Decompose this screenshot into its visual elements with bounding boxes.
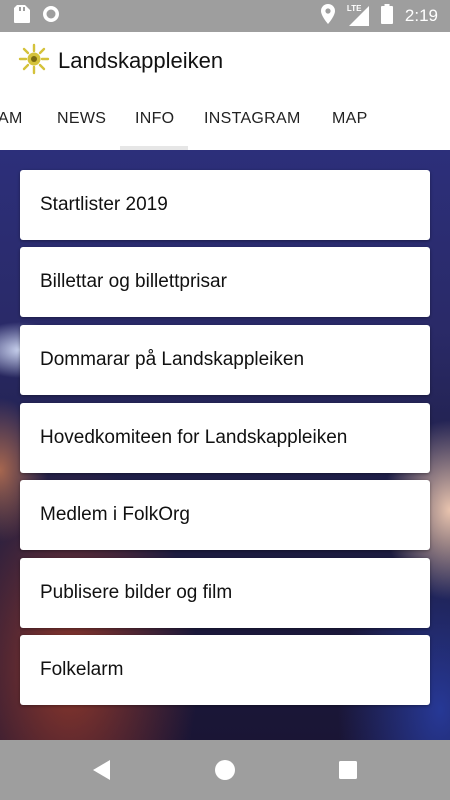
menu-item-label: Billettar og billettprisar [40,271,227,292]
navigation-bar [0,740,450,800]
tab-info[interactable]: INFO [135,110,174,128]
app-bar: Landskappleiken [0,32,450,90]
menu-item-billettar[interactable]: Billettar og billettprisar [20,247,430,317]
menu-item-label: Dommarar på Landskappleiken [40,349,305,370]
app-title: Landskappleiken [58,48,224,73]
menu-item-label: Folkelarm [40,659,124,680]
menu-item-startlister[interactable]: Startlister 2019 [20,170,430,240]
battery-icon [380,3,393,29]
menu-item-folkelarm[interactable]: Folkelarm [20,635,430,705]
tab-bar: AM NEWS INFO INSTAGRAM MAP [0,90,450,150]
clock: 2:19 [404,6,438,25]
info-menu: Startlister 2019 Billettar og billettpri… [0,150,450,740]
menu-item-label: Publisere bilder og film [40,582,233,603]
network-type-label: LTE [346,4,362,13]
menu-item-publisere[interactable]: Publisere bilder og film [20,558,430,628]
menu-item-dommarar[interactable]: Dommarar på Landskappleiken [20,325,430,395]
location-icon [320,3,335,29]
status-bar: LTE 2:19 [0,0,450,32]
back-icon[interactable] [82,750,122,790]
app-logo-icon [18,43,50,80]
tab-instagram[interactable]: INSTAGRAM [204,110,301,128]
tab-map[interactable]: MAP [332,110,368,128]
menu-item-hovedkomiteen[interactable]: Hovedkomiteen for Landskappleiken [20,403,430,473]
signal-icon: LTE [346,4,369,26]
menu-item-label: Startlister 2019 [40,194,168,215]
recents-icon[interactable] [328,750,368,790]
menu-item-label: Medlem i FolkOrg [40,504,190,525]
menu-item-medlem[interactable]: Medlem i FolkOrg [20,480,430,550]
home-icon[interactable] [205,750,245,790]
tab-news[interactable]: NEWS [57,110,106,128]
menu-item-label: Hovedkomiteen for Landskappleiken [40,427,348,448]
record-icon [42,5,60,28]
tab-am[interactable]: AM [0,110,23,128]
sd-card-icon [14,4,30,28]
